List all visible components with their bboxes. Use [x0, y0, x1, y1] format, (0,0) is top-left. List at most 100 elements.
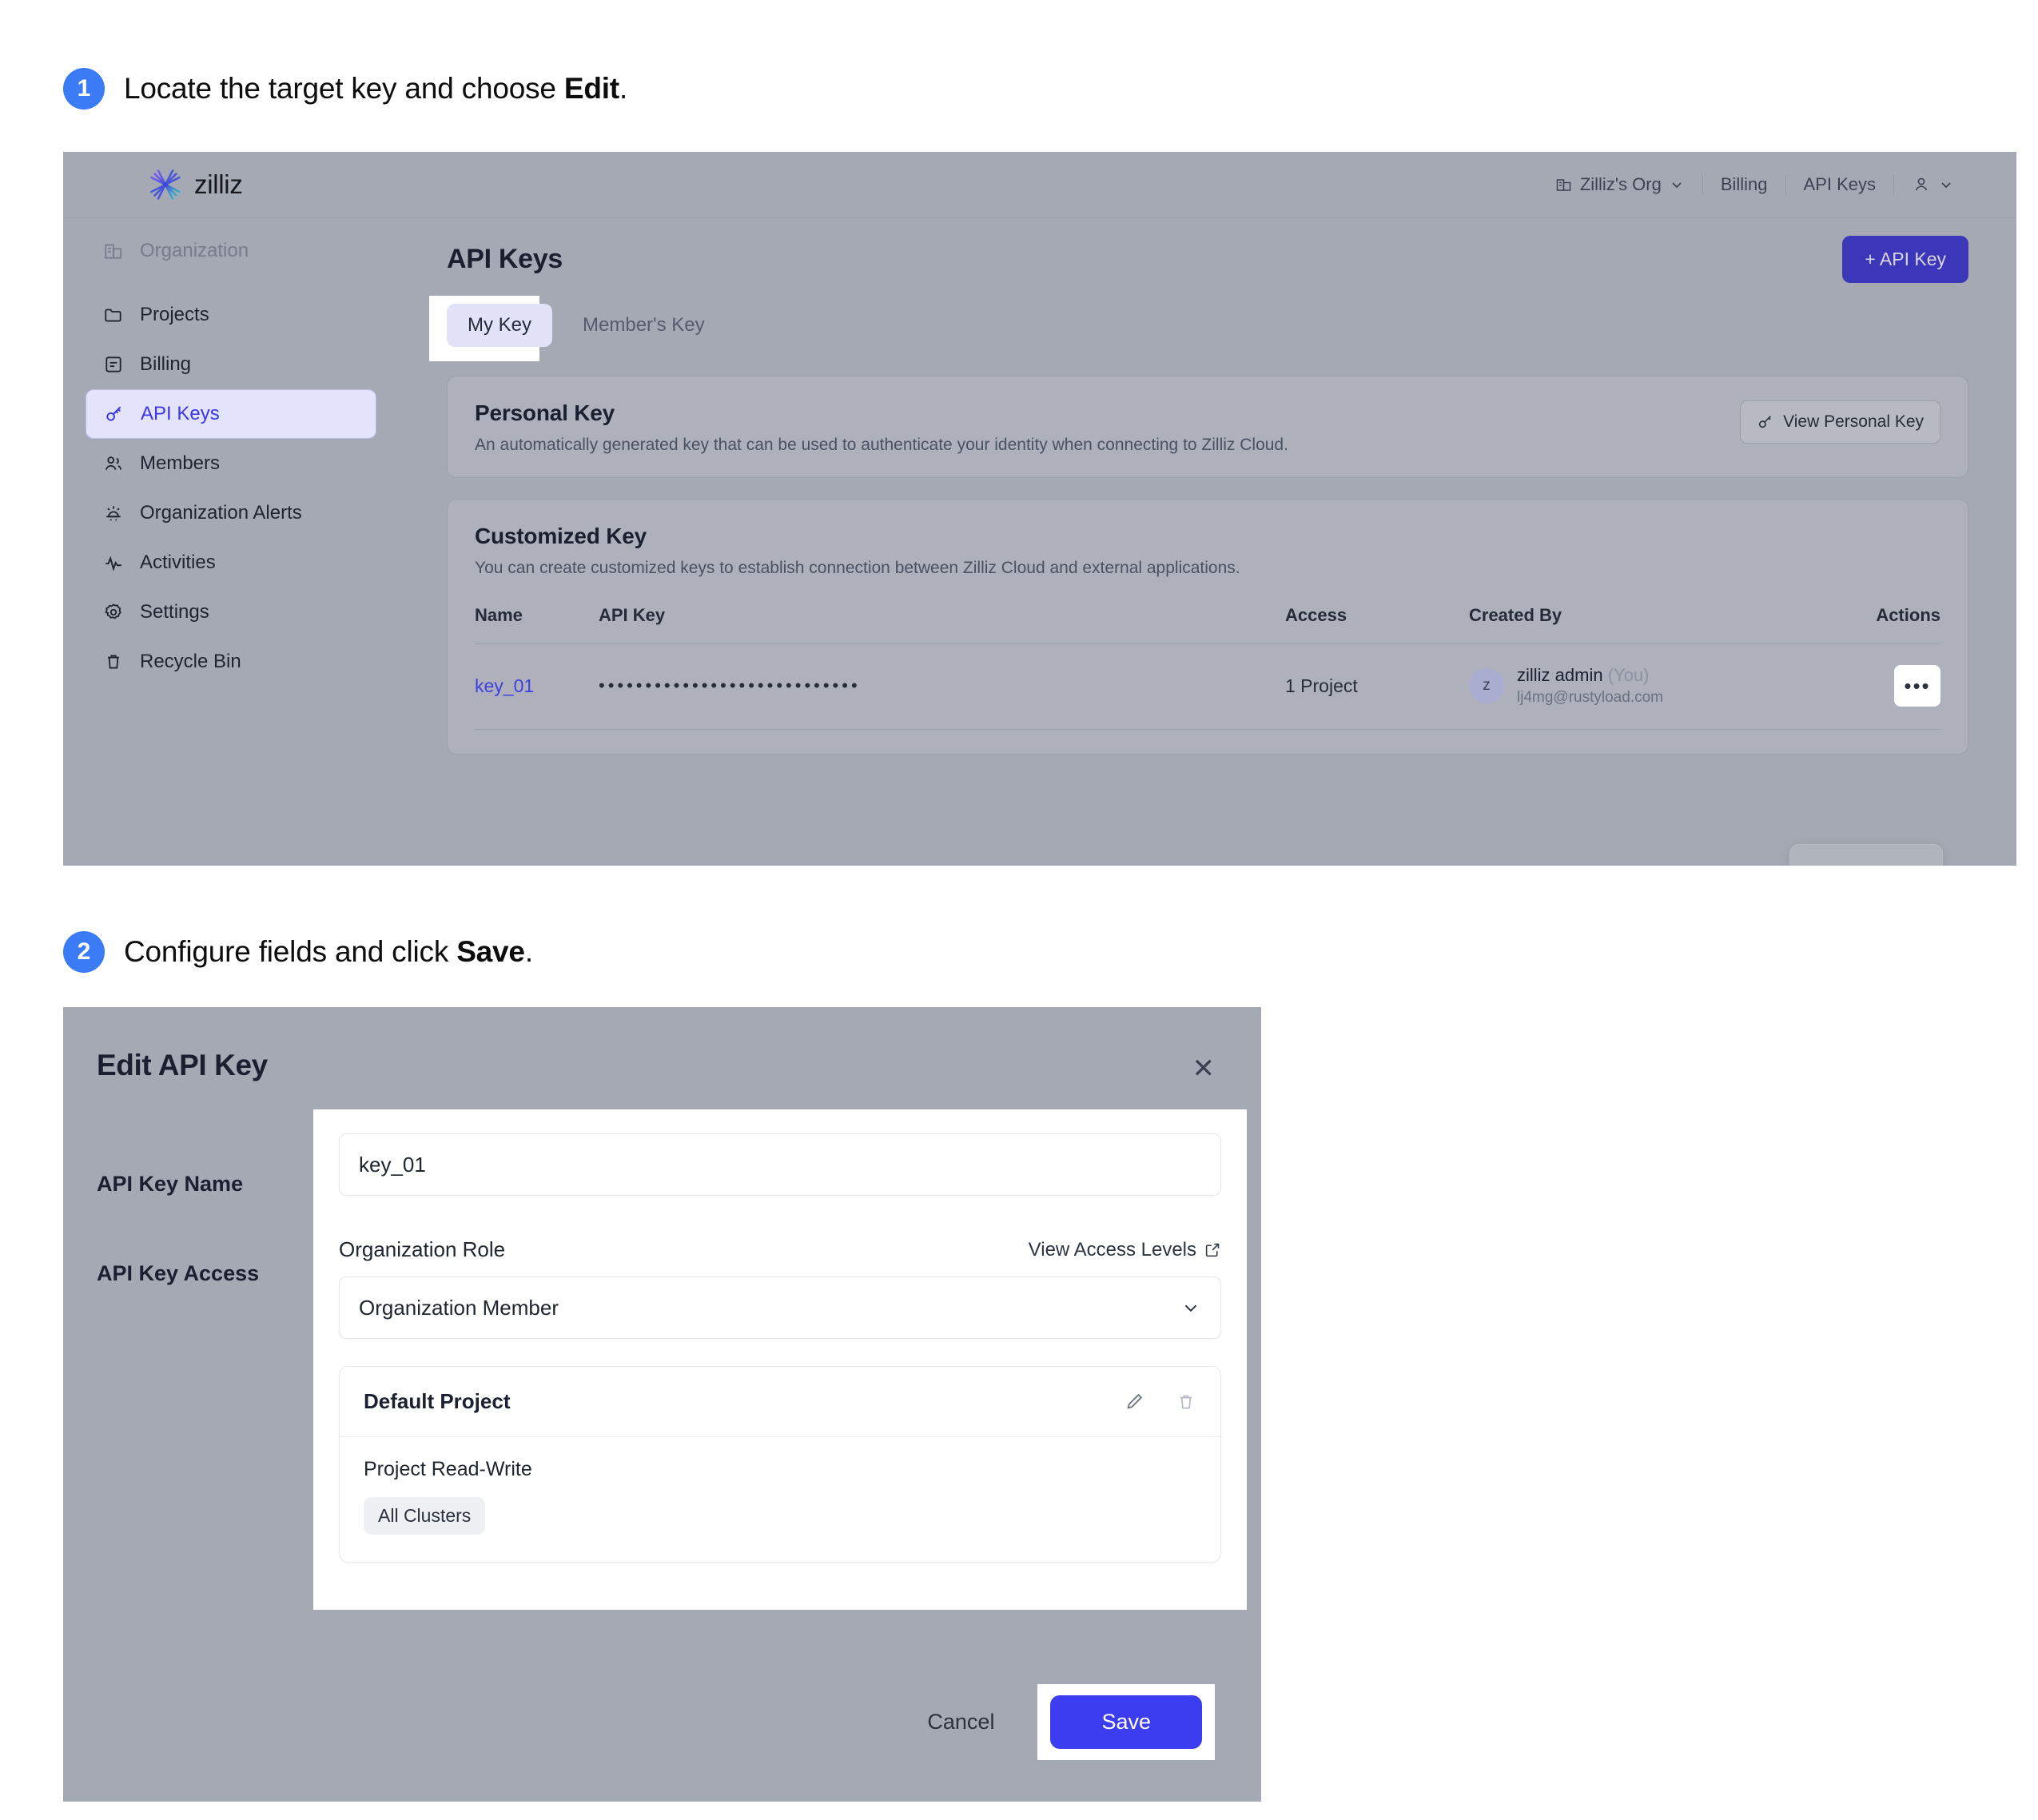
col-api-key: API Key: [599, 605, 1285, 644]
api-key-name-input[interactable]: key_01: [339, 1133, 1221, 1196]
close-icon[interactable]: ✕: [1192, 1055, 1216, 1082]
api-key-name-label: API Key Name: [97, 1172, 244, 1196]
sidebar-item-label: Organization: [140, 240, 249, 261]
sidebar-item-label: Activities: [140, 552, 216, 573]
cancel-button[interactable]: Cancel: [903, 1695, 1018, 1749]
users-icon: [105, 456, 122, 470]
sidebar-item-members[interactable]: Members: [86, 439, 376, 488]
sidebar-item-label: Billing: [140, 353, 192, 375]
col-created-by: Created By: [1469, 605, 1845, 644]
save-button[interactable]: Save: [1050, 1695, 1202, 1749]
organization-role-value: Organization Member: [359, 1295, 559, 1320]
org-switcher[interactable]: Zilliz's Org: [1538, 174, 1702, 195]
step-1-text-after: .: [619, 72, 628, 105]
personal-key-description: An automatically generated key that can …: [475, 436, 1288, 454]
personal-key-title: Personal Key: [475, 400, 615, 425]
col-actions: Actions: [1845, 605, 1940, 644]
sidebar-item-settings[interactable]: Settings: [86, 587, 376, 637]
alarm-icon: [106, 506, 121, 521]
sidebar-item-label: Projects: [140, 304, 209, 325]
dialog-fields: key_01 Organization Role View Access Lev…: [313, 1109, 1247, 1563]
tab-my-key[interactable]: My Key: [447, 304, 553, 347]
sidebar: Organization Projects Billing API Keys M…: [63, 218, 399, 866]
customized-key-title: Customized Key: [475, 524, 647, 548]
add-api-key-button[interactable]: + API Key: [1842, 236, 1968, 283]
organization-role-label: Organization Role: [339, 1237, 506, 1261]
step-1-badge: 1: [63, 68, 105, 110]
cell-created-by: z zilliz admin (You) lj4mg@rustyload.com: [1469, 643, 1845, 730]
project-name: Default Project: [364, 1389, 511, 1413]
step-2-badge: 2: [63, 931, 105, 973]
dialog-title: Edit API Key: [97, 1049, 268, 1081]
creator-name-text: zilliz admin: [1517, 665, 1603, 685]
top-nav-api-keys[interactable]: API Keys: [1786, 174, 1893, 195]
sidebar-item-billing[interactable]: Billing: [86, 340, 376, 389]
cell-actions: •••: [1845, 643, 1940, 730]
sidebar-item-api-keys[interactable]: API Keys: [86, 389, 376, 439]
delete-trash-icon[interactable]: [1176, 1392, 1196, 1412]
top-nav-billing[interactable]: Billing: [1703, 174, 1785, 195]
step-2-text-before: Configure fields and click: [124, 935, 457, 968]
tutorial-page: 1 Locate the target key and choose Edit.: [0, 0, 2038, 1820]
view-access-levels-link[interactable]: View Access Levels: [1029, 1239, 1221, 1261]
sidebar-item-projects[interactable]: Projects: [86, 290, 376, 340]
step-1-text-before: Locate the target key and choose: [124, 72, 564, 105]
sidebar-item-organization[interactable]: Organization: [86, 226, 376, 276]
sidebar-item-label: Members: [140, 452, 221, 474]
sidebar-item-label: Recycle Bin: [140, 651, 241, 672]
view-access-levels-label: View Access Levels: [1028, 1238, 1196, 1260]
api-keys-table: Name API Key Access Created By Actions k…: [475, 605, 1940, 730]
edit-pencil-icon[interactable]: [1124, 1391, 1145, 1412]
sidebar-item-label: Settings: [140, 601, 209, 623]
chevron-down-icon: [1184, 1304, 1197, 1312]
building-icon: [105, 244, 122, 259]
sidebar-item-label: Organization Alerts: [140, 502, 302, 524]
table-body: key_01 •••••••••••••••••••••••••••• 1 Pr…: [475, 643, 1940, 730]
customized-key-description: You can create customized keys to establ…: [475, 559, 1240, 577]
view-personal-key-button[interactable]: View Personal Key: [1740, 400, 1940, 444]
table-header-row: Name API Key Access Created By Actions: [475, 605, 1940, 644]
dialog-fields-highlight-panel: key_01 Organization Role View Access Lev…: [313, 1109, 1247, 1610]
personal-key-card: Personal Key An automatically generated …: [447, 376, 1968, 478]
main-content: API Keys + API Key My Key Member's Key P…: [399, 218, 2016, 866]
row-actions-button[interactable]: •••: [1894, 665, 1940, 707]
step-2-text-bold: Save: [456, 935, 525, 968]
menu-item-reset[interactable]: Reset: [1790, 854, 1942, 866]
cell-api-key: ••••••••••••••••••••••••••••: [599, 643, 1285, 730]
creator-block: z zilliz admin (You) lj4mg@rustyload.com: [1469, 665, 1845, 707]
key-icon: [106, 406, 121, 421]
sidebar-item-activities[interactable]: Activities: [86, 538, 376, 587]
row-action-menu: Reset Edit Delete: [1789, 844, 1943, 866]
sidebar-item-recycle-bin[interactable]: Recycle Bin: [86, 637, 376, 687]
user-icon: [1915, 177, 1928, 191]
project-header: Default Project: [340, 1367, 1220, 1437]
save-button-highlight: Save: [1037, 1684, 1215, 1760]
masked-api-key: ••••••••••••••••••••••••••••: [599, 675, 861, 695]
key-name-link[interactable]: key_01: [475, 675, 534, 696]
zilliz-starburst-icon: [149, 168, 182, 201]
brand-logo[interactable]: zilliz: [148, 167, 243, 202]
step-2-text: Configure fields and click Save.: [124, 935, 533, 969]
tab-members-key[interactable]: Member's Key: [562, 304, 726, 347]
organization-role-row: Organization Role View Access Levels: [339, 1237, 1221, 1262]
step-1-text: Locate the target key and choose Edit.: [124, 72, 627, 106]
col-access: Access: [1285, 605, 1469, 644]
tabs-container: My Key Member's Key: [429, 296, 1968, 361]
creator-email: lj4mg@rustyload.com: [1517, 689, 1663, 706]
dialog-footer: Cancel Save: [903, 1684, 1215, 1760]
chevron-down-icon: [1672, 182, 1682, 189]
key-icon: [1759, 416, 1772, 428]
user-menu[interactable]: [1894, 175, 1972, 194]
organization-role-select[interactable]: Organization Member: [339, 1276, 1221, 1339]
sidebar-item-organization-alerts[interactable]: Organization Alerts: [86, 488, 376, 538]
customized-key-card: Customized Key You can create customized…: [447, 499, 1968, 755]
content-header: API Keys + API Key: [447, 236, 1968, 283]
activity-icon: [105, 556, 121, 571]
project-body: Project Read-Write All Clusters: [340, 1437, 1220, 1562]
table-header: Name API Key Access Created By Actions: [475, 605, 1940, 644]
edit-api-key-dialog: Edit API Key ✕ API Key Name API Key Acce…: [63, 1007, 1261, 1802]
clusters-chip: All Clusters: [364, 1497, 486, 1535]
trash-icon: [107, 655, 120, 669]
creator-name: zilliz admin (You): [1517, 665, 1663, 686]
step-2-text-after: .: [524, 935, 533, 968]
